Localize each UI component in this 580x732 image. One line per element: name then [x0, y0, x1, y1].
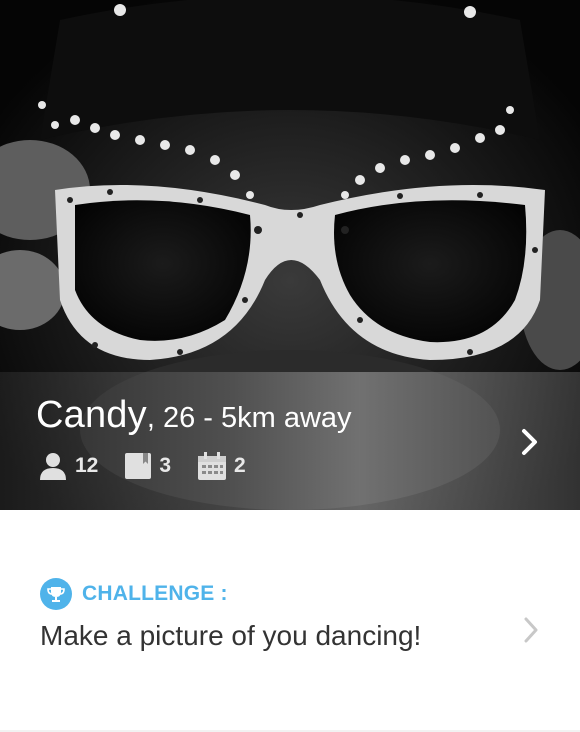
profile-details: , 26 - 5km away — [146, 402, 352, 434]
stat-books-value: 3 — [159, 454, 172, 477]
chevron-right-icon[interactable] — [522, 616, 540, 644]
chevron-right-icon[interactable] — [518, 428, 542, 456]
stat-events: 2 — [197, 452, 246, 480]
trophy-icon — [40, 578, 72, 610]
book-icon — [125, 453, 152, 479]
profile-photo[interactable]: Candy, 26 - 5km away 12 3 2 — [0, 0, 580, 510]
profile-name: Candy — [36, 394, 147, 436]
profile-card[interactable]: Candy, 26 - 5km away 12 3 2 CHALLENGE: … — [0, 0, 580, 730]
profile-headline: Candy, 26 - 5km away — [36, 394, 352, 437]
challenge-section[interactable]: CHALLENGE : Make a picture of you dancin… — [0, 510, 580, 730]
stat-friends-value: 12 — [75, 454, 99, 477]
profile-stats: 12 3 2 — [38, 452, 272, 480]
challenge-label: CHALLENGE : — [82, 582, 228, 605]
stat-books: 3 — [124, 452, 171, 480]
challenge-header: CHALLENGE : — [40, 578, 228, 610]
profile-info-overlay: Candy, 26 - 5km away 12 3 2 — [0, 372, 580, 510]
stat-events-value: 2 — [234, 454, 246, 477]
stat-friends: 12 — [38, 452, 98, 480]
challenge-text: Make a picture of you dancing! — [40, 620, 422, 651]
calendar-icon — [198, 452, 227, 480]
person-icon — [40, 453, 66, 480]
